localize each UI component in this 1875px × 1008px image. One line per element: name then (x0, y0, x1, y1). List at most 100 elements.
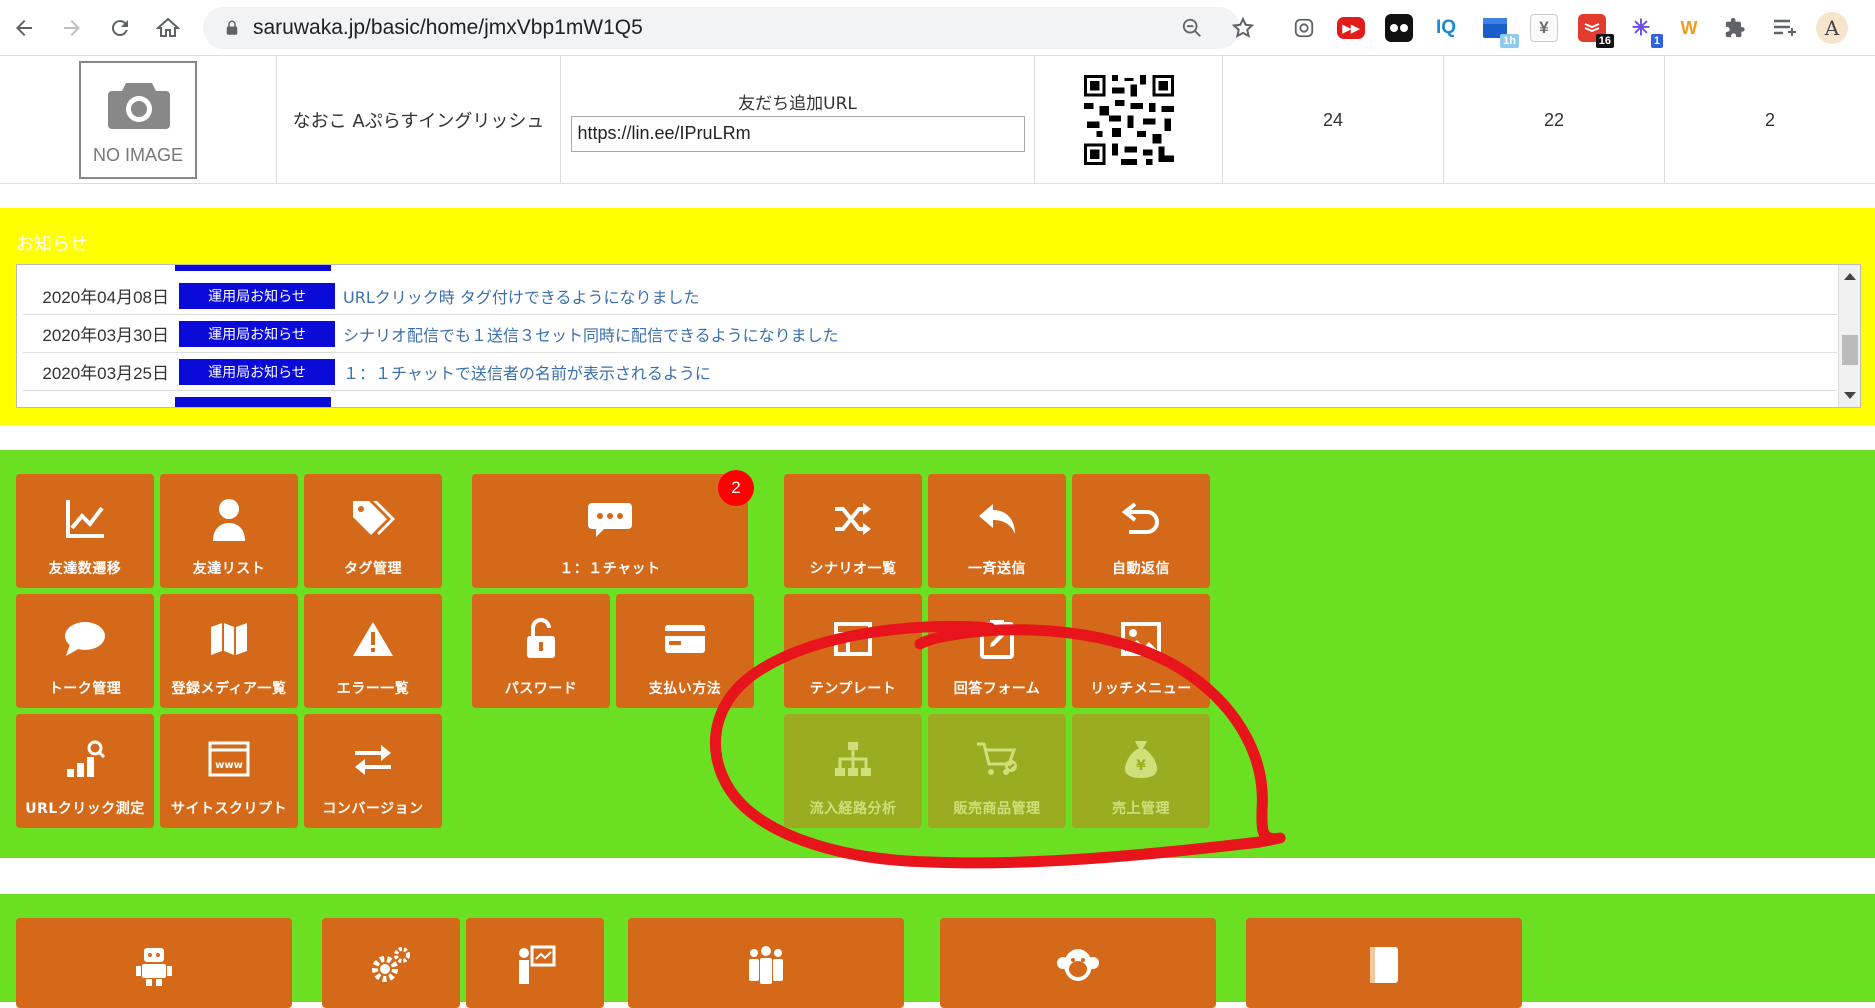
robot-icon (136, 948, 172, 986)
exchange-arrows-icon (355, 745, 391, 775)
forward-button[interactable] (54, 10, 90, 46)
shuffle-icon (835, 503, 871, 535)
account-name-cell: なおこ Aぷらすイングリッシュ (277, 56, 561, 184)
template-button[interactable]: テンプレート (784, 594, 922, 708)
address-bar[interactable]: saruwaka.jp/basic/home/jmxVbp1mW1Q5 (203, 7, 1255, 49)
presenter-icon (519, 945, 556, 984)
payment-label: 支払い方法 (648, 681, 722, 697)
notice-link[interactable]: １：１チャットで送信者の名前が表示されるように (343, 360, 711, 384)
product-manage-button[interactable]: 販売商品管理 (928, 714, 1066, 828)
payment-button[interactable]: 支払い方法 (616, 594, 754, 708)
presentation-button[interactable] (466, 918, 604, 1008)
svg-text:¥: ¥ (1136, 758, 1146, 774)
tag-manage-button[interactable]: タグ管理 (304, 474, 442, 588)
bookmark-star-icon[interactable] (1231, 16, 1255, 40)
calendar-badge: 1h (1500, 34, 1519, 48)
notice-section: お知らせ 2020年04月08日 運用局お知らせ URLクリック時 タグ付けでき… (0, 208, 1875, 425)
tags-icon (353, 501, 395, 535)
line-chart-icon (66, 500, 104, 538)
friend-count-valid: 22 (1543, 109, 1565, 130)
talk-manage-button[interactable]: トーク管理 (16, 594, 154, 708)
calendar-icon[interactable]: 1h (1481, 14, 1519, 48)
answer-form-button[interactable]: 回答フォーム (928, 594, 1066, 708)
password-button[interactable]: パスワード (472, 594, 610, 708)
error-list-label: エラー一覧 (336, 681, 410, 697)
todoist-icon[interactable]: 16 (1578, 14, 1614, 48)
notice-date: 2020年04月08日 (42, 288, 169, 307)
back-button[interactable] (6, 10, 42, 46)
profile-image-cell: NO IMAGE (0, 56, 277, 184)
notice-link[interactable]: シナリオ配信でも１送信３セット同時に配信できるようになりました (343, 322, 839, 346)
yen-icon[interactable]: ¥ (1530, 14, 1558, 42)
monkey-button[interactable] (940, 918, 1216, 1008)
conversion-button[interactable]: コンバージョン (304, 714, 442, 828)
screen-capture-icon[interactable] (1290, 14, 1318, 42)
team-button[interactable] (628, 918, 904, 1008)
error-list-button[interactable]: エラー一覧 (304, 594, 442, 708)
notice-item[interactable]: 2020年03月30日 運用局お知らせ シナリオ配信でも１送信３セット同時に配信… (23, 315, 1837, 353)
arrow-right-icon (64, 20, 80, 36)
money-bag-yen-icon: ¥ (1125, 741, 1157, 778)
bot-button[interactable] (16, 918, 292, 1008)
product-manage-label: 販売商品管理 (953, 801, 1041, 817)
book-icon (1370, 947, 1398, 983)
main-menu-section: 友達数遷移 友達リスト タグ管理 １：１チャット 2 シナリオ一覧 一斉送信 自… (0, 450, 1875, 858)
chat-unread-badge: 2 (718, 470, 754, 506)
reading-list-icon[interactable] (1770, 14, 1798, 42)
reload-button[interactable] (102, 10, 138, 46)
no-image-placeholder: NO IMAGE (79, 61, 197, 179)
notice-date: 2020年03月30日 (42, 326, 169, 345)
clipboard-edit-icon (980, 620, 1014, 659)
gears-icon (372, 947, 410, 982)
broadcast-button[interactable]: 一斉送信 (928, 474, 1066, 588)
media-list-label: 登録メディア一覧 (171, 681, 287, 697)
notice-item[interactable]: 2020年04月08日 運用局お知らせ URLクリック時 タグ付けできるようにな… (23, 277, 1837, 315)
friend-list-button[interactable]: 友達リスト (160, 474, 298, 588)
settings-button[interactable] (322, 918, 460, 1008)
url-click-button[interactable]: URLクリック測定 (16, 714, 154, 828)
chat-button[interactable]: １：１チャット (472, 474, 748, 588)
home-button[interactable] (150, 10, 186, 46)
scroll-thumb[interactable] (1842, 335, 1858, 365)
glasses-icon[interactable] (1385, 14, 1413, 42)
auto-reply-button[interactable]: 自動返信 (1072, 474, 1210, 588)
count-cell-2: 22 (1444, 56, 1665, 184)
credit-card-icon (665, 625, 705, 653)
talk-manage-label: トーク管理 (48, 681, 122, 697)
media-list-button[interactable]: 登録メディア一覧 (160, 594, 298, 708)
site-script-button[interactable]: www サイトスクリプト (160, 714, 298, 828)
friend-growth-button[interactable]: 友達数遷移 (16, 474, 154, 588)
scroll-down-icon[interactable] (1844, 392, 1856, 399)
count-cell-1: 24 (1223, 56, 1444, 184)
youtube-icon[interactable]: ▶▶ (1337, 17, 1365, 39)
friend-url-field[interactable]: https://lin.ee/IPruLRm (570, 115, 1025, 152)
cart-check-icon (977, 742, 1017, 775)
count-cell-3: 2 (1665, 56, 1875, 184)
profile-icon[interactable]: A (1816, 12, 1848, 44)
sales-manage-button[interactable]: ¥ 売上管理 (1072, 714, 1210, 828)
iq-icon[interactable]: IQ (1432, 14, 1460, 42)
secondary-menu-section (0, 894, 1875, 1008)
manual-button[interactable] (1246, 918, 1522, 1008)
notice-list[interactable]: 2020年04月08日 運用局お知らせ URLクリック時 タグ付けできるようにな… (16, 264, 1861, 408)
scenario-list-button[interactable]: シナリオ一覧 (784, 474, 922, 588)
scroll-up-icon[interactable] (1844, 273, 1856, 280)
notice-link[interactable]: URLクリック時 タグ付けできるようになりました (343, 284, 700, 308)
chat-label: １：１チャット (559, 561, 661, 577)
friend-growth-label: 友達数遷移 (48, 561, 122, 577)
browser-toolbar: saruwaka.jp/basic/home/jmxVbp1mW1Q5 ▶▶ I… (0, 0, 1875, 56)
inflow-analysis-button[interactable]: 流入経路分析 (784, 714, 922, 828)
lock-icon (226, 20, 238, 35)
zoom-out-icon[interactable] (1181, 17, 1203, 39)
w-icon[interactable]: W (1675, 14, 1703, 42)
puzzle-icon[interactable] (1721, 14, 1749, 42)
reload-icon (111, 20, 128, 37)
template-label: テンプレート (809, 681, 897, 697)
spark-icon[interactable]: ✳ 1 (1627, 14, 1663, 48)
inflow-analysis-label: 流入経路分析 (809, 801, 897, 817)
notice-scrollbar[interactable] (1838, 265, 1860, 407)
scenario-list-label: シナリオ一覧 (809, 561, 897, 577)
rich-menu-button[interactable]: リッチメニュー (1072, 594, 1210, 708)
notice-item[interactable]: 2020年03月25日 運用局お知らせ １：１チャットで送信者の名前が表示される… (23, 353, 1837, 391)
url-click-label: URLクリック測定 (25, 801, 145, 817)
